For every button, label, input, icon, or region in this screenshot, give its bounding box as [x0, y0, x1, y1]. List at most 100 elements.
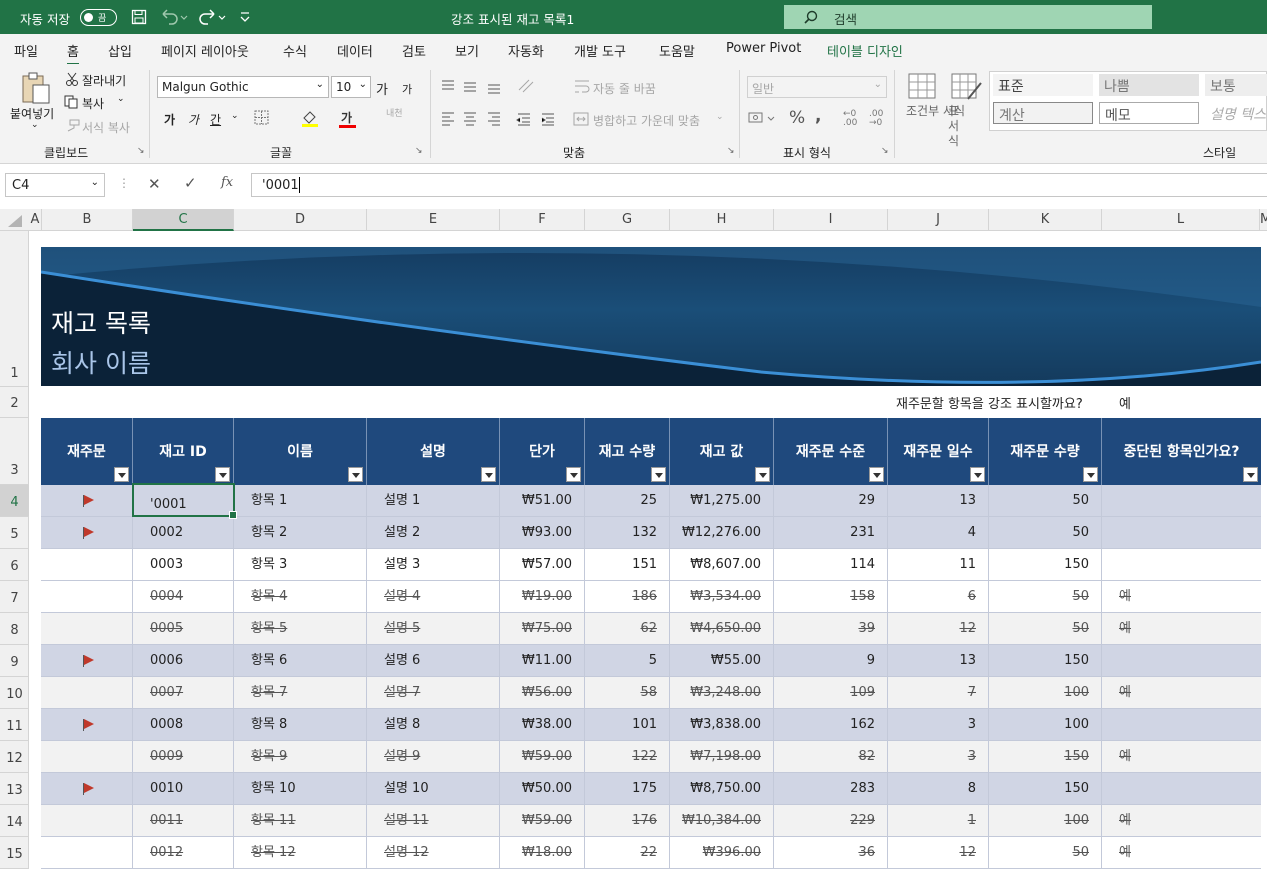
cell-unit-price[interactable]: ₩18.00 — [500, 837, 585, 869]
alignment-launcher-icon[interactable]: ↘ — [727, 146, 735, 156]
cell-reorder-qty[interactable]: 100 — [989, 805, 1102, 837]
cell-stock-value[interactable]: ₩8,750.00 — [670, 773, 774, 805]
horizontal-align-icons[interactable] — [440, 110, 510, 126]
row-header-4[interactable]: 4 — [0, 485, 29, 517]
cell-reorder-flag[interactable] — [41, 613, 133, 645]
cell-description[interactable]: 설명 12 — [367, 837, 500, 869]
cell-name[interactable]: 항목 11 — [234, 805, 367, 837]
cell-stock-value[interactable]: ₩396.00 — [670, 837, 774, 869]
menu-developer[interactable]: 개발 도구 — [574, 41, 626, 60]
number-launcher-icon[interactable]: ↘ — [881, 146, 889, 156]
cell-stock-value[interactable]: ₩1,275.00 — [670, 485, 774, 517]
cell-stock-id[interactable]: 0004 — [133, 581, 234, 613]
merge-dropdown-icon[interactable]: ⌄ — [716, 112, 724, 122]
accounting-format-icon[interactable] — [748, 110, 778, 126]
cell-stock-id[interactable]: 0009 — [133, 741, 234, 773]
filter-dropdown-icon[interactable] — [869, 467, 884, 482]
cell-name[interactable]: 항목 10 — [234, 773, 367, 805]
row-header-3[interactable]: 3 — [0, 418, 29, 485]
cell-description[interactable]: 설명 7 — [367, 677, 500, 709]
filter-dropdown-icon[interactable] — [114, 467, 129, 482]
cell-reorder-flag[interactable] — [41, 645, 133, 677]
col-header-c[interactable]: C — [133, 209, 234, 231]
cell-reorder-qty[interactable]: 150 — [989, 773, 1102, 805]
cell-reorder-flag[interactable] — [41, 709, 133, 741]
menu-review[interactable]: 검토 — [402, 41, 426, 60]
cell-reorder-flag[interactable] — [41, 773, 133, 805]
cell-reorder-qty[interactable]: 150 — [989, 741, 1102, 773]
menu-data[interactable]: 데이터 — [337, 41, 373, 60]
cell-description[interactable]: 설명 5 — [367, 613, 500, 645]
cell-reorder-flag[interactable] — [41, 837, 133, 869]
cell-reorder-level[interactable]: 36 — [774, 837, 888, 869]
customize-toolbar-icon[interactable] — [238, 11, 252, 23]
cell-description[interactable]: 설명 8 — [367, 709, 500, 741]
cell-reorder-level[interactable]: 39 — [774, 613, 888, 645]
cell-discontinued[interactable] — [1102, 645, 1261, 677]
cell-stock-qty[interactable]: 5 — [585, 645, 670, 677]
format-as-table-button[interactable]: 표 서식 — [948, 104, 970, 149]
select-all-icon[interactable] — [8, 215, 22, 227]
row-header-12[interactable]: 12 — [0, 741, 29, 773]
cell-reorder-flag[interactable] — [41, 485, 133, 517]
save-icon[interactable] — [131, 9, 147, 25]
font-color-button[interactable]: 가 — [341, 109, 352, 126]
col-header-m[interactable]: M — [1260, 209, 1267, 231]
cell-reorder-qty[interactable]: 50 — [989, 581, 1102, 613]
row-header-9[interactable]: 9 — [0, 645, 29, 677]
row-header-8[interactable]: 8 — [0, 613, 29, 645]
cell-name[interactable]: 항목 4 — [234, 581, 367, 613]
cell-discontinued[interactable]: 예 — [1102, 741, 1261, 773]
increase-decimal-icon[interactable]: ←0.00 — [843, 110, 857, 128]
cell-discontinued[interactable]: 예 — [1102, 805, 1261, 837]
cell-reorder-level[interactable]: 29 — [774, 485, 888, 517]
cell-stock-id[interactable]: 0010 — [133, 773, 234, 805]
cell-description[interactable]: 설명 11 — [367, 805, 500, 837]
cell-stock-value[interactable]: ₩3,248.00 — [670, 677, 774, 709]
cell-stock-id[interactable]: 0005 — [133, 613, 234, 645]
cell-reorder-level[interactable]: 9 — [774, 645, 888, 677]
cell-stock-value[interactable]: ₩12,276.00 — [670, 517, 774, 549]
cell-stock-value[interactable]: ₩8,607.00 — [670, 549, 774, 581]
clipboard-launcher-icon[interactable]: ↘ — [137, 146, 145, 156]
cell-unit-price[interactable]: ₩11.00 — [500, 645, 585, 677]
name-box[interactable]: C4 ⌄ — [5, 173, 105, 197]
cell-stock-id[interactable]: 0008 — [133, 709, 234, 741]
filter-dropdown-icon[interactable] — [755, 467, 770, 482]
cell-reorder-qty[interactable]: 150 — [989, 549, 1102, 581]
cell-reorder-level[interactable]: 109 — [774, 677, 888, 709]
cell-reorder-qty[interactable]: 50 — [989, 485, 1102, 517]
cell-unit-price[interactable]: ₩56.00 — [500, 677, 585, 709]
cancel-icon[interactable]: ✕ — [148, 175, 161, 193]
decrease-decimal-icon[interactable]: .00 →0 — [869, 110, 883, 128]
orientation-icon[interactable] — [517, 78, 547, 94]
cell-stock-qty[interactable]: 22 — [585, 837, 670, 869]
cell-discontinued[interactable] — [1102, 773, 1261, 805]
style-note[interactable]: 메모 — [1099, 102, 1199, 124]
cell-stock-value[interactable]: ₩3,534.00 — [670, 581, 774, 613]
cell-name[interactable]: 항목 12 — [234, 837, 367, 869]
fill-color-icon[interactable] — [300, 108, 320, 128]
search-box[interactable]: 검색 — [784, 5, 1152, 29]
cell-unit-price[interactable]: ₩93.00 — [500, 517, 585, 549]
font-launcher-icon[interactable]: ↘ — [415, 146, 423, 156]
style-explanatory[interactable]: 설명 텍스 — [1205, 102, 1267, 124]
italic-button[interactable]: 가 — [188, 111, 199, 128]
menu-home[interactable]: 홈 — [67, 41, 79, 66]
vertical-align-icons[interactable] — [440, 78, 510, 94]
copy-dropdown-icon[interactable]: ⌄ — [117, 94, 125, 104]
highlight-answer-cell[interactable]: 예 — [1119, 393, 1131, 412]
cell-stock-qty[interactable]: 122 — [585, 741, 670, 773]
cell-description[interactable]: 설명 2 — [367, 517, 500, 549]
row-header-14[interactable]: 14 — [0, 805, 29, 837]
cell-reorder-flag[interactable] — [41, 581, 133, 613]
row-header-13[interactable]: 13 — [0, 773, 29, 805]
filter-dropdown-icon[interactable] — [566, 467, 581, 482]
cell-reorder-days[interactable]: 6 — [888, 581, 989, 613]
cell-reorder-level[interactable]: 82 — [774, 741, 888, 773]
col-header-k[interactable]: K — [989, 209, 1102, 231]
cell-reorder-days[interactable]: 13 — [888, 645, 989, 677]
cell-discontinued[interactable]: 예 — [1102, 581, 1261, 613]
font-name-select[interactable]: Malgun Gothic ⌄ — [157, 76, 329, 98]
number-format-select[interactable]: 일반 ⌄ — [747, 76, 887, 98]
